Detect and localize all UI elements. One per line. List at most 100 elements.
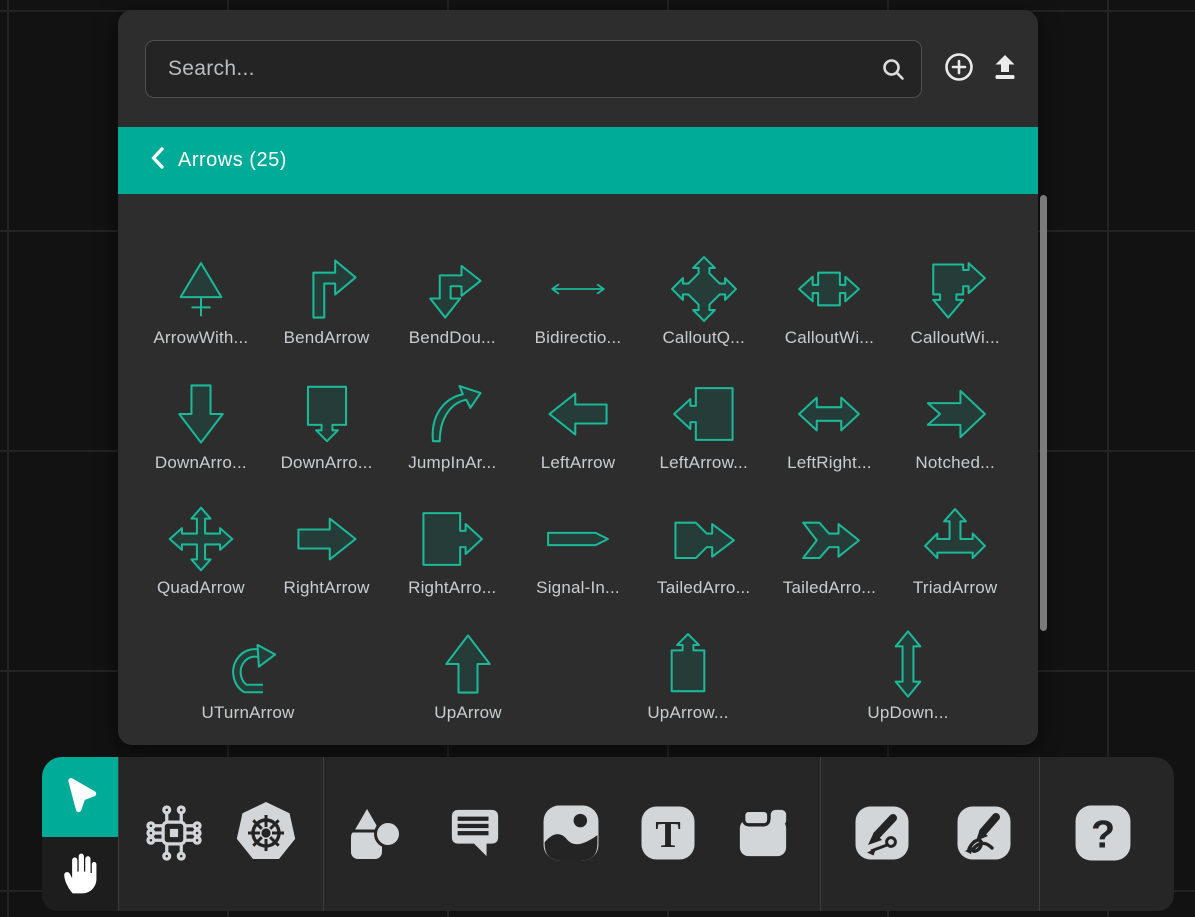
circuit-chip-icon bbox=[145, 804, 203, 865]
shape-label: LeftArrow bbox=[541, 453, 616, 473]
text-tool-button[interactable]: T bbox=[640, 805, 696, 864]
shape-item-left-arrow-callout[interactable]: LeftArrow... bbox=[641, 375, 767, 500]
shape-label: LeftRight... bbox=[787, 453, 872, 473]
callout-left-right-arrow-icon bbox=[795, 250, 863, 328]
shape-item-bend-double-arrow[interactable]: BendDou... bbox=[389, 250, 515, 375]
shape-item-right-arrow[interactable]: RightArrow bbox=[264, 500, 390, 625]
infrastructure-tool-button[interactable] bbox=[145, 804, 203, 865]
callout-right-down-arrow-icon bbox=[921, 250, 989, 328]
shape-item-arrow-with-stem[interactable]: ArrowWith... bbox=[138, 250, 264, 375]
kubernetes-tool-button[interactable] bbox=[233, 801, 299, 868]
uturn-arrow-icon bbox=[214, 625, 282, 703]
shape-item-up-arrow-callout[interactable]: UpArrow... bbox=[578, 625, 798, 745]
pen-tool-button[interactable] bbox=[854, 805, 910, 864]
up-arrow-callout-icon bbox=[654, 625, 722, 703]
shape-label: RightArro... bbox=[408, 578, 496, 598]
down-arrow-icon bbox=[167, 375, 235, 453]
pan-tool-button[interactable] bbox=[42, 837, 118, 911]
shape-label: ArrowWith... bbox=[153, 328, 248, 348]
search-icon bbox=[881, 57, 906, 87]
shape-item-tailed-arrow[interactable]: TailedArro... bbox=[641, 500, 767, 625]
shape-item-up-down-arrow[interactable]: UpDown... bbox=[798, 625, 1018, 745]
up-arrow-icon bbox=[434, 625, 502, 703]
shape-item-down-arrow-callout[interactable]: DownArro... bbox=[264, 375, 390, 500]
tailed-arrow-icon bbox=[670, 500, 738, 578]
shape-item-up-arrow[interactable]: UpArrow bbox=[358, 625, 578, 745]
add-shape-button[interactable] bbox=[936, 40, 982, 98]
right-arrow-icon bbox=[293, 500, 361, 578]
tool-group: T bbox=[323, 757, 820, 911]
tool-group bbox=[119, 757, 323, 911]
shape-item-signal-in[interactable]: Signal-In... bbox=[515, 500, 641, 625]
search-row bbox=[118, 10, 1038, 127]
comment-icon bbox=[448, 806, 502, 863]
panel-scrollbar[interactable] bbox=[1040, 195, 1047, 631]
freehand-icon bbox=[956, 805, 1012, 864]
search-input[interactable] bbox=[145, 40, 922, 98]
chevron-left-icon[interactable] bbox=[151, 147, 164, 174]
quad-arrow-icon bbox=[167, 500, 235, 578]
bidirectional-arrow-icon bbox=[544, 250, 612, 328]
shape-item-jump-in-arrow[interactable]: JumpInAr... bbox=[389, 375, 515, 500]
help-tool-button[interactable]: ? bbox=[1074, 804, 1132, 865]
shape-label: JumpInAr... bbox=[408, 453, 496, 473]
freehand-tool-button[interactable] bbox=[956, 805, 1012, 864]
shape-label: CalloutQ... bbox=[662, 328, 745, 348]
shape-label: TailedArro... bbox=[657, 578, 750, 598]
shape-grid-row: DownArro... DownArro... JumpInAr... Left… bbox=[138, 375, 1018, 500]
shape-grid-row: UTurnArrow UpArrow UpArrow... UpDown... bbox=[138, 625, 1018, 745]
category-title: Arrows (25) bbox=[178, 149, 287, 172]
image-tool-button[interactable] bbox=[542, 804, 600, 865]
shape-label: UpDown... bbox=[867, 703, 948, 723]
select-tool-cluster bbox=[42, 757, 119, 911]
shape-label: Notched... bbox=[915, 453, 995, 473]
left-arrow-icon bbox=[544, 375, 612, 453]
shape-library-panel: Arrows (25) ArrowWith... BendArrow BendD… bbox=[118, 10, 1038, 745]
kubernetes-icon bbox=[233, 801, 299, 868]
shape-item-callout-left-right-arrow[interactable]: CalloutWi... bbox=[767, 250, 893, 375]
select-tool-button[interactable] bbox=[42, 757, 118, 837]
add-circle-icon bbox=[944, 52, 974, 85]
left-arrow-callout-icon bbox=[670, 375, 738, 453]
shape-label: UpArrow... bbox=[647, 703, 728, 723]
cursor-icon bbox=[62, 776, 98, 819]
svg-text:?: ? bbox=[1091, 812, 1115, 856]
shape-label: UpArrow bbox=[434, 703, 502, 723]
arrow-with-stem-icon bbox=[167, 250, 235, 328]
upload-shape-button[interactable] bbox=[982, 40, 1028, 98]
shape-item-bend-arrow[interactable]: BendArrow bbox=[264, 250, 390, 375]
shape-grid-row: QuadArrow RightArrow RightArro... Signal… bbox=[138, 500, 1018, 625]
jump-in-arrow-icon bbox=[418, 375, 486, 453]
note-tool-button[interactable] bbox=[736, 806, 790, 863]
shape-label: QuadArrow bbox=[157, 578, 245, 598]
image-icon bbox=[542, 804, 600, 865]
text-icon: T bbox=[640, 805, 696, 864]
shape-item-down-arrow[interactable]: DownArro... bbox=[138, 375, 264, 500]
shape-label: BendArrow bbox=[284, 328, 370, 348]
shape-item-right-arrow-callout[interactable]: RightArro... bbox=[389, 500, 515, 625]
down-arrow-callout-icon bbox=[293, 375, 361, 453]
shape-item-left-right-arrow[interactable]: LeftRight... bbox=[767, 375, 893, 500]
category-header[interactable]: Arrows (25) bbox=[118, 127, 1038, 194]
shape-item-quad-arrow[interactable]: QuadArrow bbox=[138, 500, 264, 625]
shape-item-uturn-arrow[interactable]: UTurnArrow bbox=[138, 625, 358, 745]
shapes-tool-button[interactable] bbox=[346, 803, 408, 866]
callout-quad-arrow-icon bbox=[670, 250, 738, 328]
triad-arrow-icon bbox=[921, 500, 989, 578]
shape-item-callout-right-down-arrow[interactable]: CalloutWi... bbox=[892, 250, 1018, 375]
signal-in-icon bbox=[544, 500, 612, 578]
shape-item-bidirectional-arrow[interactable]: Bidirectio... bbox=[515, 250, 641, 375]
shape-label: RightArrow bbox=[284, 578, 370, 598]
shape-item-notched-right-arrow[interactable]: Notched... bbox=[892, 375, 1018, 500]
shape-item-left-arrow[interactable]: LeftArrow bbox=[515, 375, 641, 500]
shape-item-triad-arrow[interactable]: TriadArrow bbox=[892, 500, 1018, 625]
tool-group: ? bbox=[1039, 757, 1172, 911]
note-icon bbox=[736, 806, 790, 863]
comment-tool-button[interactable] bbox=[448, 806, 502, 863]
svg-text:T: T bbox=[655, 814, 680, 856]
right-arrow-callout-icon bbox=[418, 500, 486, 578]
shape-item-callout-quad-arrow[interactable]: CalloutQ... bbox=[641, 250, 767, 375]
pen-icon bbox=[854, 805, 910, 864]
shape-label: LeftArrow... bbox=[660, 453, 748, 473]
shape-item-tailed-arrow-chevron[interactable]: TailedArro... bbox=[767, 500, 893, 625]
